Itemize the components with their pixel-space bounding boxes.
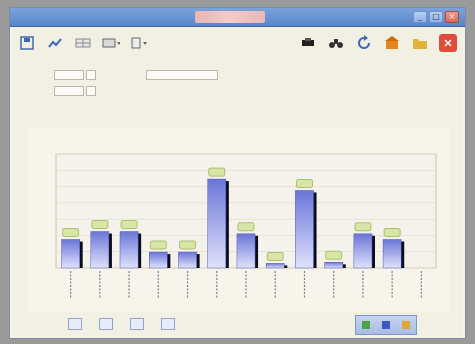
home-icon [385, 36, 399, 49]
bar[interactable] [148, 251, 168, 269]
bar[interactable] [353, 233, 373, 269]
data-label-bubble [295, 178, 313, 188]
field1-input[interactable] [54, 70, 84, 80]
chart-icon [48, 38, 62, 48]
app-window: _ □ × [9, 7, 466, 339]
maximize-button[interactable]: □ [429, 11, 443, 23]
bottom-item-3[interactable] [130, 318, 147, 330]
title-bar: _ □ × [10, 8, 465, 27]
green-square-icon [362, 321, 370, 329]
data-label-bubble [62, 228, 80, 237]
data-label-bubble [91, 220, 109, 230]
chart-panel [28, 128, 450, 312]
minimize-button[interactable]: _ [413, 11, 427, 23]
grid-button[interactable] [74, 34, 92, 52]
data-label-bubble [149, 240, 167, 250]
filter-icon [131, 37, 147, 49]
bar-chart [55, 153, 437, 298]
grid-icon [75, 38, 91, 48]
bottom-action-group[interactable] [355, 315, 417, 335]
folder-icon [413, 39, 427, 49]
bar[interactable] [207, 178, 227, 269]
print-icon [302, 38, 314, 46]
field3-input[interactable] [146, 70, 218, 80]
bar[interactable] [324, 262, 344, 269]
data-label-bubble [325, 250, 343, 260]
bar[interactable] [90, 231, 110, 269]
title-center-badge [195, 11, 265, 23]
table-dropdown-button[interactable] [102, 34, 120, 52]
bar[interactable] [236, 233, 256, 269]
blue-square-icon [382, 321, 390, 329]
refresh-icon [358, 35, 370, 49]
table-icon [102, 38, 120, 48]
save-icon [20, 36, 34, 50]
close-button[interactable]: × [445, 11, 459, 23]
refresh-button[interactable] [355, 34, 373, 52]
window-controls: _ □ × [413, 11, 459, 23]
save-button[interactable] [18, 34, 36, 52]
bar[interactable] [61, 239, 80, 269]
field2-picker[interactable] [86, 86, 96, 96]
bar[interactable] [382, 239, 402, 269]
find-button[interactable] [327, 34, 345, 52]
bottom-item-1[interactable] [68, 318, 85, 330]
data-label-bubble [266, 251, 284, 261]
open-folder-button[interactable] [411, 34, 429, 52]
bottom-toolbar [10, 310, 465, 338]
exit-icon [444, 39, 452, 47]
orange-square-icon [402, 321, 410, 329]
exit-button[interactable] [439, 34, 457, 52]
bar[interactable] [265, 263, 285, 269]
data-label-bubble [179, 240, 197, 250]
field1-picker[interactable] [86, 70, 96, 80]
field2-input[interactable] [54, 86, 84, 96]
data-label-bubble [120, 220, 138, 230]
binoculars-icon [329, 39, 343, 48]
filter-dropdown-button[interactable] [130, 34, 148, 52]
filter-form [26, 70, 449, 110]
data-label-bubble [354, 222, 372, 232]
bar[interactable] [119, 231, 139, 269]
data-label-bubble [208, 167, 226, 177]
chart-button[interactable] [46, 34, 64, 52]
data-label-bubble [383, 228, 401, 237]
home-button[interactable] [383, 34, 401, 52]
bottom-item-4[interactable] [161, 318, 178, 330]
data-label-bubble [237, 222, 255, 232]
toolbar [18, 30, 457, 56]
bar[interactable] [295, 190, 314, 269]
bar[interactable] [178, 251, 197, 269]
bottom-item-2[interactable] [99, 318, 116, 330]
print-button[interactable] [299, 34, 317, 52]
